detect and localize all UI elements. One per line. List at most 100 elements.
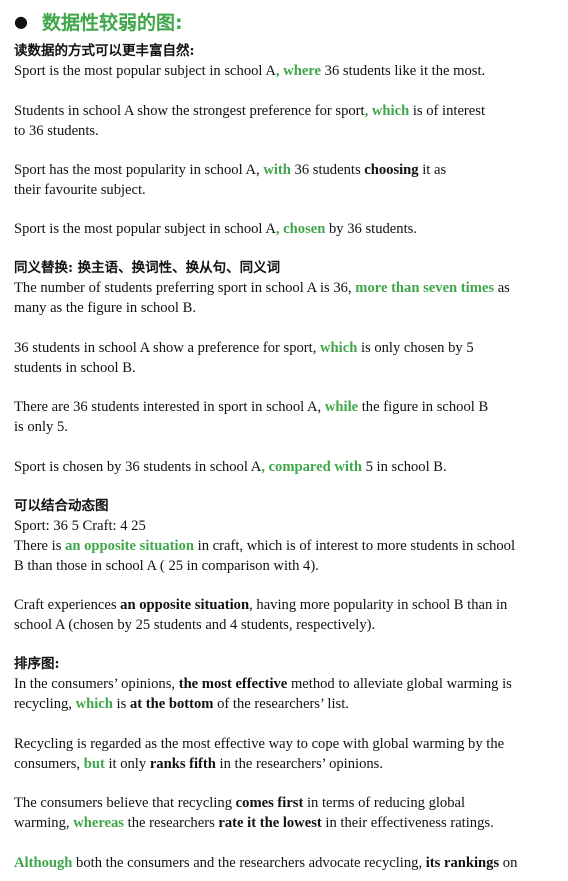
section-label: 读数据的方式可以更丰富自然:	[14, 43, 195, 59]
text-line: Recycling is regarded as the most effect…	[14, 734, 504, 754]
bold-phrase: the most effective	[178, 676, 288, 692]
text-run: school A (chosen by 25 students and 4 st…	[14, 617, 376, 633]
text-run: the figure in school B	[358, 399, 489, 415]
text-line: There are 36 students interested in spor…	[14, 397, 488, 417]
text-run: is only 5.	[14, 419, 68, 435]
bold-phrase: rate it the lowest	[218, 815, 322, 831]
text-run: Sport is the most popular subject in sch…	[14, 63, 276, 79]
text-line: 可以结合动态图	[14, 496, 109, 516]
text-run: many as the figure in school B.	[14, 300, 196, 316]
text-line: many as the figure in school B.	[14, 298, 196, 318]
highlight-phrase: an opposite situation	[65, 538, 195, 554]
bold-phrase: an opposite situation	[120, 597, 250, 613]
text-line: recycling, which is at the bottom of the…	[14, 694, 349, 714]
highlight-phrase: but	[83, 756, 105, 772]
highlight-phrase: whereas	[73, 815, 124, 831]
section-heading: ● 数据性较弱的图:	[14, 8, 183, 34]
text-line: to 36 students.	[14, 121, 99, 141]
text-line: is only 5.	[14, 417, 68, 437]
text-run: Sport is the most popular subject in sch…	[14, 221, 276, 237]
text-run: method to alleviate global warming is	[287, 676, 512, 692]
highlight-phrase: , chosen	[275, 221, 326, 237]
document-page: ● 数据性较弱的图: 读数据的方式可以更丰富自然: Sport is the mo…	[0, 0, 568, 881]
highlight-phrase: more than seven times	[355, 280, 495, 296]
text-run: 36 students like it the most.	[321, 63, 486, 79]
text-run: consumers,	[14, 756, 84, 772]
text-run: recycling,	[14, 696, 76, 712]
text-run: The number of students preferring sport …	[14, 280, 356, 296]
text-line: 读数据的方式可以更丰富自然:	[14, 41, 194, 61]
text-run: both the consumers and the researchers a…	[72, 855, 426, 871]
text-run: 36 students	[290, 162, 365, 178]
text-run: Craft experiences	[14, 597, 121, 613]
text-run: students in school B.	[14, 360, 136, 376]
bold-phrase: at the bottom	[129, 696, 214, 712]
text-line: Craft experiences an opposite situation,…	[14, 595, 507, 615]
text-run: the researchers	[124, 815, 219, 831]
text-run: There are 36 students interested in spor…	[14, 399, 325, 415]
highlight-phrase: , which	[364, 103, 410, 119]
text-line: warming, whereas the researchers rate it…	[14, 813, 494, 833]
text-line: 36 students in school A show a preferenc…	[14, 338, 474, 358]
bullet-icon: ●	[14, 11, 28, 31]
highlight-phrase: which	[75, 696, 113, 712]
text-line: B than those in school A ( 25 in compari…	[14, 556, 319, 576]
text-run: In the consumers’ opinions,	[14, 676, 179, 692]
text-run: is of interest	[409, 103, 485, 119]
bold-phrase: its rankings	[425, 855, 500, 871]
text-run: Recycling is regarded as the most effect…	[14, 736, 505, 752]
highlight-phrase: , where	[275, 63, 321, 79]
text-line: Students in school A show the strongest …	[14, 101, 485, 121]
text-run: , having more popularity in school B tha…	[249, 597, 508, 613]
text-line: Sport is the most popular subject in sch…	[14, 61, 485, 81]
text-run: on	[499, 855, 518, 871]
text-line: Sport: 36 5 Craft: 4 25	[14, 516, 146, 536]
section-label: 排序图:	[14, 656, 60, 672]
text-line: The consumers believe that recycling com…	[14, 793, 465, 813]
text-run: is only chosen by 5	[357, 340, 474, 356]
text-run: in the researchers’ opinions.	[215, 756, 383, 772]
text-run: in craft, which is of interest to more s…	[194, 538, 516, 554]
text-run: Sport has the most popularity in school …	[14, 162, 264, 178]
text-run: Students in school A show the strongest …	[14, 103, 365, 119]
text-line: 排序图:	[14, 654, 59, 674]
text-run: 5 in school B.	[361, 459, 447, 475]
text-line: Although both the consumers and the rese…	[14, 853, 517, 873]
bold-phrase: comes first	[235, 795, 304, 811]
text-run: Sport: 36 5 Craft: 4 25	[14, 518, 146, 534]
text-run: 36 students in school A show a preferenc…	[14, 340, 320, 356]
text-line: students in school B.	[14, 358, 136, 378]
text-line: consumers, but it only ranks fifth in th…	[14, 754, 383, 774]
text-run: their favourite subject.	[14, 182, 146, 198]
text-run: in their effectiveness ratings.	[321, 815, 494, 831]
text-line: In the consumers’ opinions, the most eff…	[14, 674, 512, 694]
text-run: it only	[104, 756, 150, 772]
text-line: Sport is chosen by 36 students in school…	[14, 457, 447, 477]
text-run: of the researchers’ list.	[213, 696, 349, 712]
text-run: Sport is chosen by 36 students in school…	[14, 459, 262, 475]
text-line: their favourite subject.	[14, 180, 146, 200]
text-line: 同义替换: 换主语、换词性、换从句、同义词	[14, 258, 280, 278]
text-run: There is	[14, 538, 66, 554]
highlight-phrase: with	[263, 162, 291, 178]
bold-phrase: choosing	[364, 162, 419, 178]
text-line: school A (chosen by 25 students and 4 st…	[14, 615, 375, 635]
highlight-phrase: which	[320, 340, 358, 356]
highlight-phrase: Although	[14, 855, 73, 871]
text-run: in terms of reducing global	[303, 795, 466, 811]
bold-phrase: ranks fifth	[149, 756, 216, 772]
text-run: The consumers believe that recycling	[14, 795, 236, 811]
text-line: Sport has the most popularity in school …	[14, 160, 446, 180]
text-run: B than those in school A ( 25 in compari…	[14, 558, 319, 574]
section-label: 可以结合动态图	[14, 498, 109, 514]
text-line: There is an opposite situation in craft,…	[14, 536, 515, 556]
text-line: The number of students preferring sport …	[14, 278, 510, 298]
highlight-phrase: , compared with	[261, 459, 362, 475]
text-run: as	[494, 280, 510, 296]
heading-text: 数据性较弱的图:	[41, 11, 183, 34]
text-run: is	[112, 696, 130, 712]
text-run: to 36 students.	[14, 123, 99, 139]
text-run: warming,	[14, 815, 74, 831]
text-run: it as	[418, 162, 447, 178]
text-line: Sport is the most popular subject in sch…	[14, 219, 417, 239]
